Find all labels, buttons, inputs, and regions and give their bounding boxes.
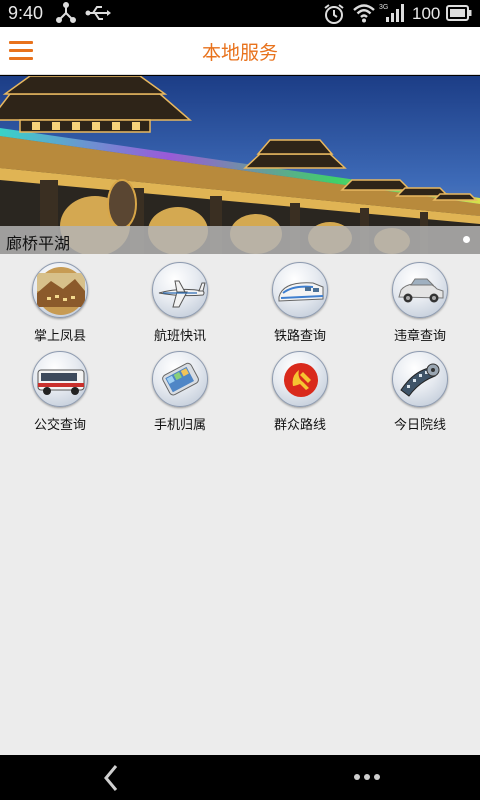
mountain-town-icon	[32, 262, 88, 318]
service-label: 掌上凤县	[33, 329, 86, 344]
navigation-bar	[0, 755, 480, 800]
usb-share-icon	[55, 2, 77, 28]
banner-carousel[interactable]: 廊桥平湖	[0, 76, 480, 254]
wifi-icon	[352, 2, 376, 28]
service-tile-mass-line[interactable]: 群众路线	[240, 343, 360, 433]
usb-icon	[85, 2, 111, 28]
service-tile-bus-query[interactable]: 公交查询	[0, 343, 120, 433]
service-tile-flight-news[interactable]: 航班快讯	[120, 254, 240, 344]
status-bar: 9:40 3G 100	[0, 0, 480, 27]
airplane-icon	[152, 262, 208, 318]
service-tile-railway-query[interactable]: 铁路查询	[240, 254, 360, 344]
service-tile-mobile-attribution[interactable]: 手机归属	[120, 343, 240, 433]
network-type-label: 3G	[379, 4, 388, 11]
service-label: 手机归属	[153, 418, 206, 433]
film-reel-icon	[392, 351, 448, 407]
alarm-icon	[322, 2, 346, 30]
service-tile-violation-query[interactable]: 违章查询	[360, 254, 480, 344]
battery-percent: 100	[412, 4, 441, 23]
page-title: 本地服务	[201, 42, 278, 64]
carousel-indicator-dot	[463, 236, 470, 243]
service-label: 今日院线	[393, 418, 446, 433]
party-emblem-icon	[272, 351, 328, 407]
app-header: 本地服务	[0, 27, 480, 75]
service-tile-today-cinema[interactable]: 今日院线	[360, 343, 480, 433]
mobile-phone-icon	[152, 351, 208, 407]
more-dots-icon[interactable]	[350, 765, 384, 789]
bus-icon	[32, 351, 88, 407]
battery-icon	[446, 4, 472, 26]
car-icon	[392, 262, 448, 318]
service-label: 铁路查询	[273, 329, 326, 344]
train-icon	[272, 262, 328, 318]
status-time: 9:40	[8, 3, 44, 23]
service-label: 航班快讯	[153, 329, 206, 344]
banner-caption: 廊桥平湖	[6, 234, 71, 253]
service-grid: 掌上凤县 航班快讯 铁路查询 违章查询 公交查询 手机归属 群众路线 今日院线	[0, 254, 480, 755]
signal-icon: 3G	[379, 2, 407, 28]
service-label: 群众路线	[273, 418, 326, 433]
service-label: 公交查询	[33, 418, 86, 433]
service-label: 违章查询	[393, 329, 446, 344]
back-arrow-icon[interactable]	[96, 763, 126, 793]
banner-caption-bar: 廊桥平湖	[0, 226, 480, 254]
service-tile-zhangshang-fengxian[interactable]: 掌上凤县	[0, 254, 120, 344]
